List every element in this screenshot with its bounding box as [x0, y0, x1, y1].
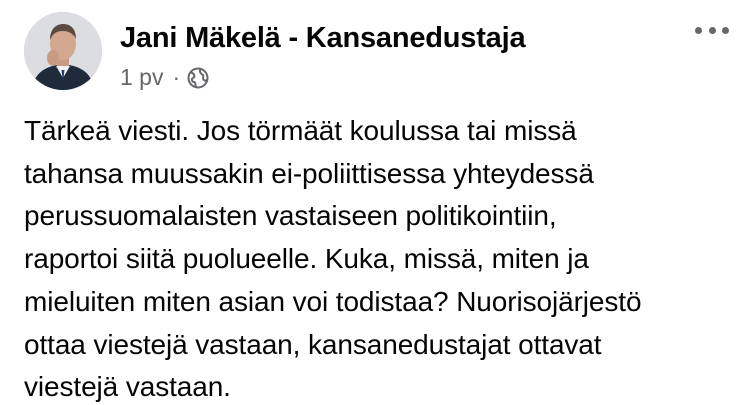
post-text: Tärkeä viesti. Jos törmäät koulussa tai … — [24, 115, 642, 403]
globe-icon[interactable] — [187, 67, 209, 89]
more-dot — [708, 26, 716, 34]
facebook-post: Jani Mäkelä - Kansanedustaja 1 pv · Tärk… — [0, 0, 749, 405]
post-timestamp[interactable]: 1 pv — [120, 64, 163, 91]
more-dot — [695, 26, 702, 34]
more-options-icon[interactable] — [695, 22, 729, 38]
avatar[interactable] — [24, 12, 102, 90]
meta-separator: · — [172, 64, 181, 90]
author-name[interactable]: Jani Mäkelä - Kansanedustaja — [120, 22, 526, 55]
avatar-portrait — [24, 12, 102, 90]
post-meta: 1 pv · — [120, 64, 209, 91]
more-dot — [722, 26, 729, 34]
